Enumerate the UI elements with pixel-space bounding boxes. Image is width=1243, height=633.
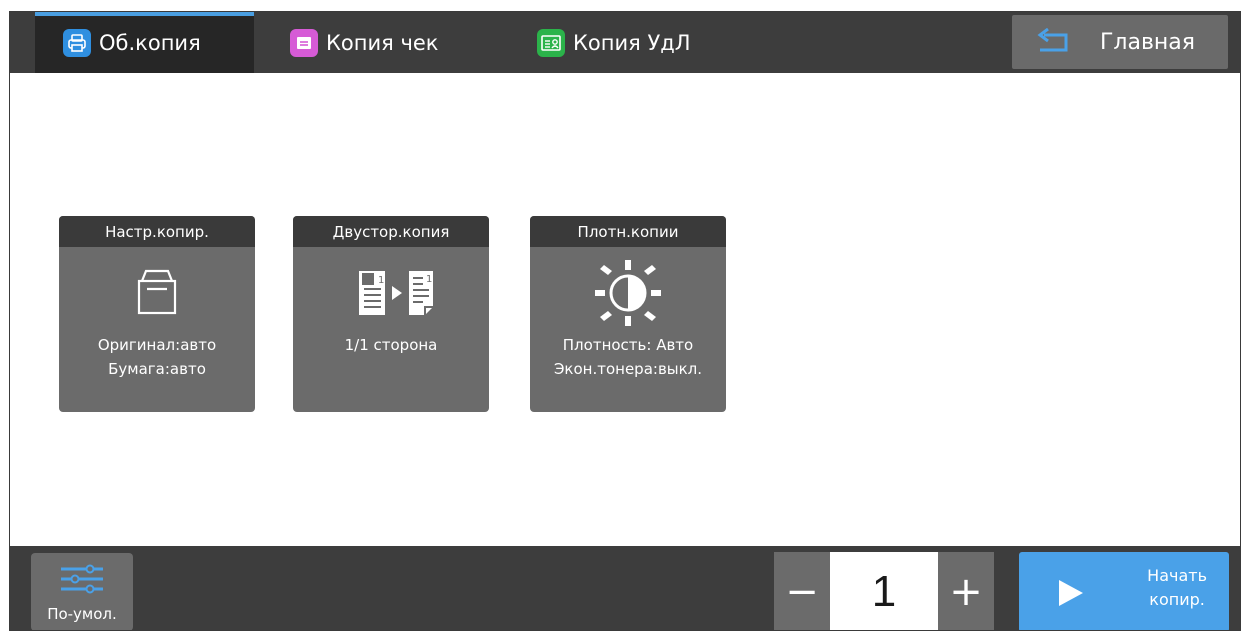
tab-label: Об.копия bbox=[99, 30, 201, 55]
card-title: Плотн.копии bbox=[530, 216, 726, 247]
main-content: Настр.копир. Оригинал:авто Бумага:авто Д… bbox=[10, 73, 1240, 546]
defaults-label: По-умол. bbox=[47, 605, 117, 623]
id-card-icon bbox=[537, 28, 565, 57]
tab-receipt-copy[interactable]: Копия чек bbox=[290, 12, 490, 73]
defaults-button[interactable]: По-умол. bbox=[31, 553, 133, 630]
card-line: Плотность: Авто bbox=[562, 336, 694, 354]
start-label-line: Начать bbox=[1147, 566, 1207, 585]
receipt-icon bbox=[290, 28, 318, 57]
play-icon bbox=[1059, 580, 1083, 606]
card-line: Бумага:авто bbox=[108, 360, 206, 378]
start-copy-label: Начать копир. bbox=[1147, 564, 1207, 612]
top-bar: Об.копия Копия чек Копия УдЛ Главная bbox=[10, 12, 1240, 73]
active-tab-indicator bbox=[35, 12, 254, 16]
card-line: 1/1 сторона bbox=[344, 336, 438, 354]
page-number-mark: 1 bbox=[426, 274, 432, 285]
plus-icon: + bbox=[949, 569, 983, 615]
increment-button[interactable]: + bbox=[938, 552, 994, 630]
start-copy-button[interactable]: Начать копир. bbox=[1019, 552, 1229, 630]
quantity-stepper: − 1 + bbox=[774, 552, 994, 630]
home-label: Главная bbox=[1100, 29, 1196, 55]
tab-label: Копия УдЛ bbox=[573, 30, 691, 55]
quantity-input[interactable]: 1 bbox=[830, 552, 938, 630]
bottom-bar: По-умол. − 1 + Начать копир. bbox=[10, 546, 1240, 630]
copy-settings-card[interactable]: Настр.копир. Оригинал:авто Бумага:авто bbox=[59, 216, 255, 412]
tab-label: Копия чек bbox=[326, 30, 439, 55]
page-number-mark: 1 bbox=[378, 275, 384, 286]
duplex-copy-icon: 1 1 bbox=[293, 253, 489, 333]
home-button[interactable]: Главная bbox=[1012, 15, 1228, 69]
density-icon bbox=[530, 253, 726, 333]
printer-icon bbox=[63, 28, 91, 57]
decrement-button[interactable]: − bbox=[774, 552, 830, 630]
copy-screen: Об.копия Копия чек Копия УдЛ Главная Нас… bbox=[9, 11, 1241, 631]
tab-id-copy[interactable]: Копия УдЛ bbox=[537, 12, 737, 73]
paper-tray-icon bbox=[59, 253, 255, 333]
return-arrow-icon bbox=[1034, 28, 1074, 56]
start-label-line: копир. bbox=[1149, 590, 1205, 609]
card-line: Оригинал:авто bbox=[97, 336, 217, 354]
duplex-copy-card[interactable]: Двустор.копия 1 1 1/1 сторона bbox=[293, 216, 489, 412]
card-title: Двустор.копия bbox=[293, 216, 489, 247]
minus-icon: − bbox=[785, 569, 819, 615]
card-line: Экон.тонера:выкл. bbox=[553, 360, 703, 378]
tab-standard-copy[interactable]: Об.копия bbox=[35, 12, 254, 73]
sliders-icon bbox=[61, 564, 103, 594]
card-title: Настр.копир. bbox=[59, 216, 255, 247]
copy-density-card[interactable]: Плотн.копии Плотность: Авто Экон.тонера:… bbox=[530, 216, 726, 412]
